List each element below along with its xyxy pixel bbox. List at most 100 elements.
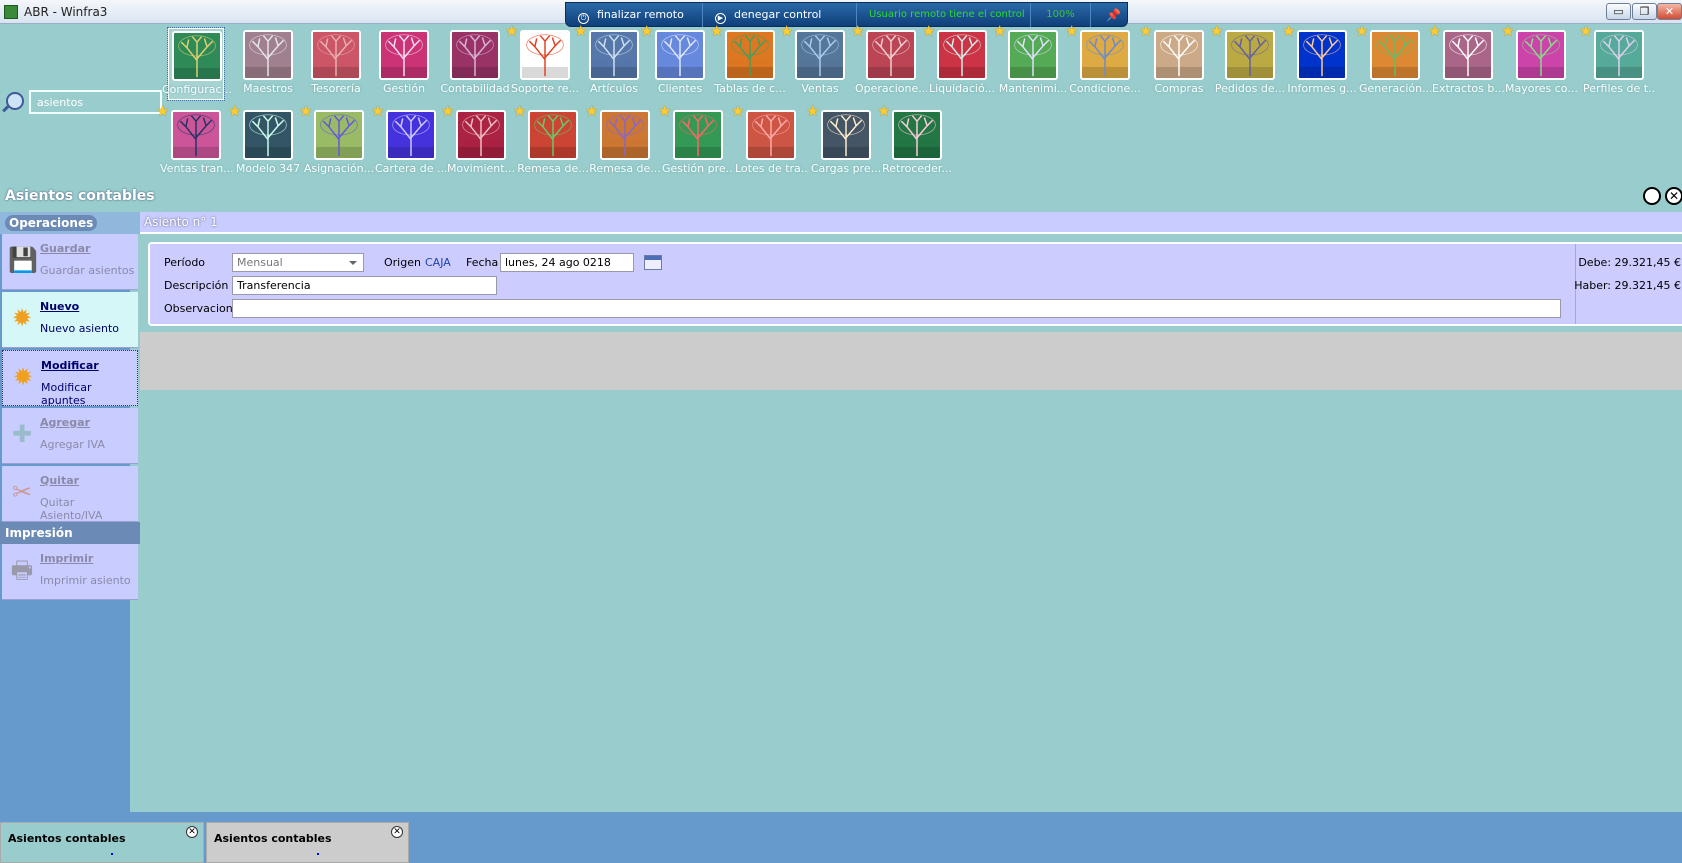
favorite-star-icon[interactable]: ★ [1282, 23, 1298, 39]
module-tile[interactable]: Gestión [376, 28, 432, 100]
doc-tab[interactable]: Asientos contables ✕ [0, 822, 204, 863]
favorite-star-icon[interactable]: ★ [640, 23, 656, 39]
close-tab-icon[interactable]: ✕ [391, 826, 403, 838]
module-tile[interactable]: ★ Tablas de c... [710, 23, 786, 100]
favorite-star-icon[interactable]: ★ [585, 103, 601, 119]
description-field[interactable]: Transferencia [232, 276, 497, 295]
maximize-button[interactable]: ❐ [1632, 3, 1657, 20]
favorite-star-icon[interactable]: ★ [1428, 23, 1444, 39]
module-tile-label: Artículos [590, 82, 638, 95]
sun-icon: ✹ [11, 304, 33, 332]
module-tile-label: Informes g... [1287, 82, 1357, 95]
favorite-star-icon[interactable]: ★ [731, 103, 747, 119]
module-tile[interactable]: ★ Mantenimi... [993, 23, 1067, 100]
favorite-star-icon[interactable]: ★ [1579, 23, 1595, 39]
module-tile[interactable]: ★ Asignación... [299, 103, 374, 180]
totals-panel: Debe: 29.321,45 € Haber: 29.321,45 € [1574, 244, 1682, 324]
favorite-star-icon[interactable]: ★ [993, 23, 1009, 39]
new-button[interactable]: ✹ Nuevo Nuevo asiento [2, 292, 138, 348]
module-tile[interactable]: ★ Liquidació... [922, 23, 995, 100]
module-tile[interactable]: Tesorería [308, 28, 364, 100]
favorite-star-icon[interactable]: ★ [780, 23, 796, 39]
module-tile[interactable]: ★ Mayores co... [1501, 23, 1577, 100]
module-tile[interactable]: ★ Perfiles de t... [1579, 23, 1655, 100]
print-button[interactable]: 🖶 Imprimir Imprimir asiento [2, 544, 138, 600]
date-field[interactable]: lunes, 24 ago 0218 [500, 253, 634, 272]
close-tab-icon[interactable]: ✕ [186, 826, 198, 838]
tree-icon [1225, 30, 1275, 80]
module-tile[interactable]: Maestros [240, 28, 296, 100]
favorite-star-icon[interactable]: ★ [505, 23, 521, 39]
favorite-star-icon[interactable]: ★ [299, 103, 315, 119]
tab-asiento[interactable]: Asiento n° 1 [144, 215, 218, 229]
favorite-star-icon[interactable]: ★ [156, 103, 172, 119]
module-tile[interactable]: ★ Remesa de... [513, 103, 589, 180]
save-button[interactable]: 💾 Guardar Guardar asientos [2, 234, 138, 290]
favorite-star-icon[interactable]: ★ [574, 23, 590, 39]
sidebar: Operaciones 💾 Guardar Guardar asientos ✹… [0, 212, 140, 812]
module-tile[interactable]: ★ Modelo 347 [228, 103, 300, 180]
module-tile[interactable]: ★ Soporte re... [505, 23, 579, 100]
module-tile[interactable]: ★ Extractos b... [1428, 23, 1504, 100]
period-select[interactable]: Mensual [232, 253, 364, 272]
module-tile[interactable]: ★ Generación... [1355, 23, 1431, 100]
restore-panel-button[interactable] [1643, 187, 1661, 205]
close-panel-button[interactable]: ✕ [1665, 187, 1682, 205]
tree-icon [520, 30, 570, 80]
favorite-star-icon[interactable]: ★ [1065, 23, 1081, 39]
favorite-star-icon[interactable]: ★ [877, 103, 893, 119]
module-tile[interactable]: ★ Artículos [574, 23, 642, 100]
module-tile[interactable]: ★ Gestión pre... [658, 103, 734, 180]
module-tile[interactable]: ★ Lotes de tra... [731, 103, 807, 180]
favorite-star-icon[interactable]: ★ [1501, 23, 1517, 39]
module-tile[interactable]: ★ Remesa de... [585, 103, 661, 180]
search-icon[interactable] [6, 92, 24, 110]
module-tile[interactable]: ★ Condicione... [1065, 23, 1141, 100]
module-tile[interactable]: ★ Retroceder... [877, 103, 952, 180]
module-tile-label: Asignación... [303, 162, 375, 175]
module-tile[interactable]: ★ Cargas pre... [806, 103, 881, 180]
module-tile-label: Contabilidad [440, 82, 510, 95]
search-input[interactable] [29, 90, 162, 114]
favorite-star-icon[interactable]: ★ [806, 103, 822, 119]
tree-icon [450, 30, 500, 80]
module-tile[interactable]: ★ Pedidos de... [1210, 23, 1285, 100]
favorite-star-icon[interactable]: ★ [1210, 23, 1226, 39]
module-tile[interactable]: ★ Ventas [780, 23, 848, 100]
favorite-star-icon[interactable]: ★ [1139, 23, 1155, 39]
observations-field[interactable] [232, 299, 1561, 318]
module-tile[interactable]: ★ Operacione... [851, 23, 927, 100]
favorite-star-icon[interactable]: ★ [922, 23, 938, 39]
module-tile[interactable]: Contabilidad [440, 28, 510, 100]
favorite-star-icon[interactable]: ★ [228, 103, 244, 119]
favorite-star-icon[interactable]: ★ [658, 103, 674, 119]
favorite-star-icon[interactable]: ★ [513, 103, 529, 119]
floppy-icon: 💾 [8, 246, 38, 274]
doc-tab[interactable]: Asientos contables ✕ [206, 822, 409, 863]
tree-icon [311, 30, 361, 80]
remove-button[interactable]: ✂ Quitar Quitar Asiento/IVA [2, 466, 138, 522]
module-tile-label: Condicione... [1069, 82, 1141, 95]
module-tile[interactable]: ★ Ventas tran... [156, 103, 232, 180]
favorite-star-icon[interactable]: ★ [851, 23, 867, 39]
module-tile[interactable]: ★ Clientes [640, 23, 708, 100]
favorite-star-icon[interactable]: ★ [1355, 23, 1371, 39]
favorite-star-icon[interactable]: ★ [371, 103, 387, 119]
module-tile-label: Lotes de tra... [735, 162, 807, 175]
module-tile-label: Gestión [382, 82, 426, 95]
module-tile[interactable]: ★ Informes g... [1282, 23, 1357, 100]
module-tile[interactable]: ★ Cartera de ... [371, 103, 447, 180]
module-tile[interactable]: ★ Compras [1139, 23, 1207, 100]
calendar-icon[interactable] [644, 255, 662, 270]
pin-icon[interactable]: 📌 [1106, 8, 1121, 22]
close-button[interactable]: ✕ [1657, 3, 1682, 20]
module-tile[interactable]: ★ Movimient... [441, 103, 515, 180]
window-title: ABR - Winfra3 [24, 5, 108, 19]
modify-button[interactable]: ✹ Modificar Modificar apuntes [2, 350, 138, 407]
favorite-star-icon[interactable]: ★ [710, 23, 726, 39]
favorite-star-icon[interactable]: ★ [441, 103, 457, 119]
add-vat-button[interactable]: ✚ Agregar Agregar IVA [2, 408, 138, 464]
document-tabs: Asientos contables ✕ Asientos contables … [0, 812, 1682, 863]
minimize-button[interactable]: ▭ [1606, 3, 1631, 20]
module-tile[interactable]: Configurac... [162, 27, 232, 101]
